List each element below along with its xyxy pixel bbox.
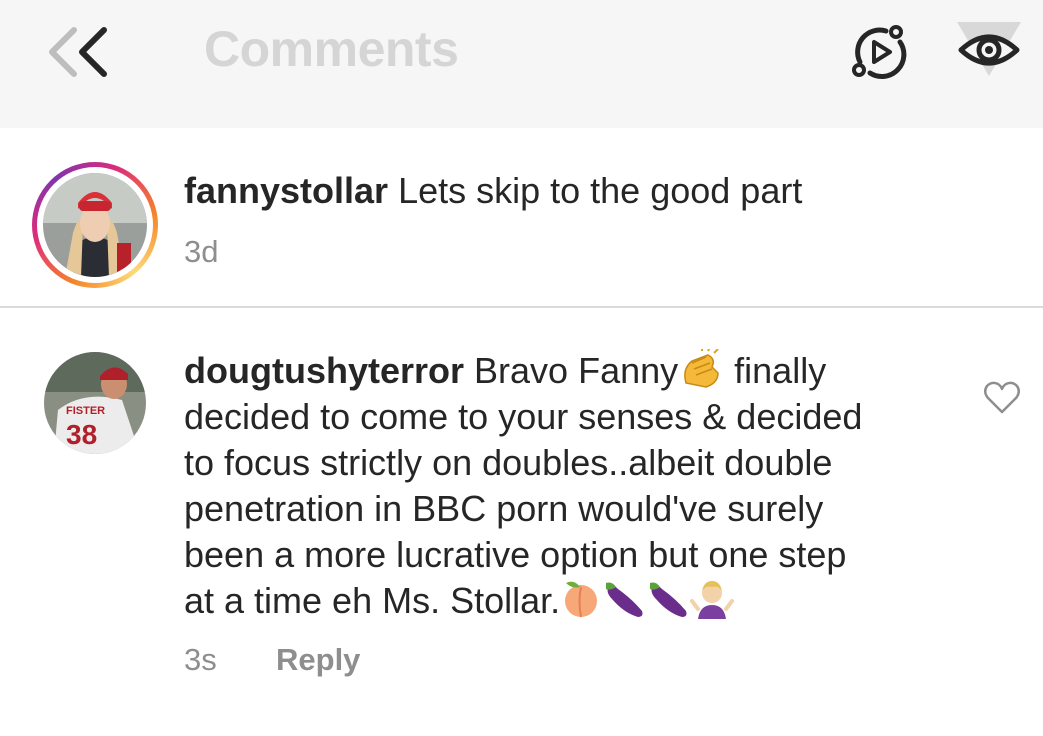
view-button[interactable] [953, 20, 1025, 80]
story-ring[interactable] [32, 162, 158, 288]
comment-text-line-4: penetration in BBC porn would've surely [184, 488, 824, 529]
eye-icon [957, 22, 1021, 76]
avatar[interactable] [43, 173, 147, 277]
user-photo [43, 173, 147, 277]
comment-age: 3s [184, 642, 217, 677]
comment-text-line-1b: finally [734, 350, 827, 391]
like-button[interactable] [982, 380, 1022, 416]
heart-icon [984, 381, 1020, 414]
user-photo: FISTER 38 [44, 352, 146, 454]
clapping-hands-emoji [684, 349, 719, 388]
eggplant-emoji [650, 582, 687, 617]
post-caption: fannystollar Lets skip to the good part … [0, 128, 1043, 308]
comment-username[interactable]: dougtushyterror [184, 350, 464, 391]
post-age: 3d [184, 234, 219, 269]
back-arrow-icon [49, 27, 107, 77]
comment-text-line-6: at a time eh Ms. Stollar. [184, 580, 561, 621]
svg-text:FISTER: FISTER [66, 405, 105, 417]
person-shrugging-emoji [690, 581, 735, 619]
reels-button[interactable] [848, 22, 912, 82]
comment-text-line-3: to focus strictly on doubles..albeit dou… [184, 442, 833, 483]
reels-play-icon [852, 25, 907, 79]
commenter-avatar[interactable]: FISTER 38 [44, 352, 146, 454]
eggplant-emoji [606, 582, 643, 617]
post-username[interactable]: fannystollar [184, 170, 388, 211]
back-button[interactable] [44, 22, 116, 82]
comment-text-line-2: decided to come to your senses & decided [184, 396, 863, 437]
comment-text-line-1: Bravo Fanny [474, 350, 679, 391]
svg-text:38: 38 [66, 419, 97, 450]
comment-text-line-5: been a more lucrative option but one ste… [184, 534, 847, 575]
page-title: Comments [204, 21, 459, 77]
reply-button[interactable]: Reply [276, 640, 360, 680]
peach-emoji [565, 581, 598, 618]
post-caption-text: Lets skip to the good part [398, 170, 803, 211]
header-bar: Comments [0, 0, 1043, 128]
